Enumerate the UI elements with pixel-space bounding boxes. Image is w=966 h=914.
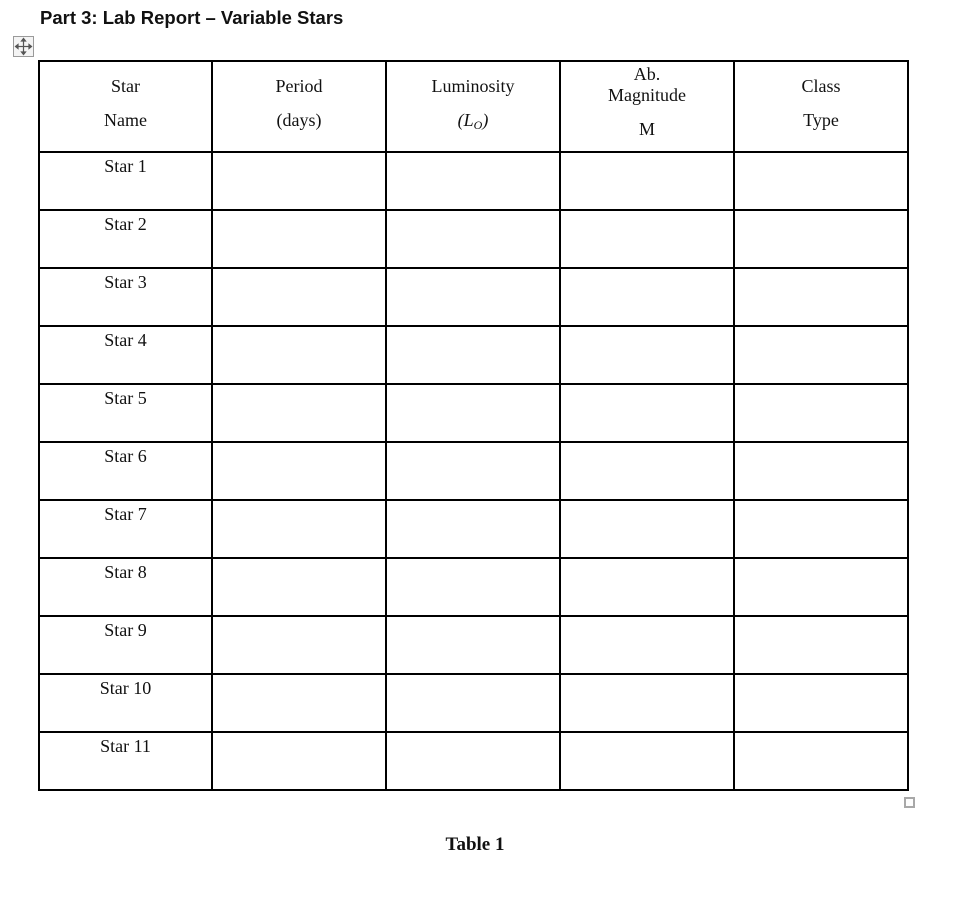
class-type-cell[interactable] [733,731,909,791]
magnitude-cell[interactable] [559,615,735,675]
table-row: Star 1 [38,151,909,211]
period-cell[interactable] [211,731,387,791]
magnitude-cell[interactable] [559,441,735,501]
header-period-line2: (days) [276,110,322,130]
star-name-cell: Star 4 [38,325,213,385]
header-star-name-line2: Name [104,110,147,130]
luminosity-cell[interactable] [385,557,561,617]
header-class-type: Class Type [733,60,909,153]
header-star-name-line1: Star [111,76,140,96]
class-type-cell[interactable] [733,499,909,559]
header-magnitude-line1: Ab. [633,64,661,84]
header-luminosity: Luminosity (LO) [385,60,561,153]
luminosity-cell[interactable] [385,325,561,385]
magnitude-cell[interactable] [559,557,735,617]
magnitude-cell[interactable] [559,325,735,385]
table-row: Star 6 [38,441,909,501]
table-caption: Table 1 [445,834,505,855]
table-row: Star 10 [38,673,909,733]
class-type-cell[interactable] [733,209,909,269]
star-name-cell: Star 1 [38,151,213,211]
class-type-cell[interactable] [733,267,909,327]
class-type-cell[interactable] [733,325,909,385]
table-row: Star 5 [38,383,909,443]
header-period-line1: Period [275,76,323,96]
header-class-type-line1: Class [801,76,841,96]
table-row: Star 9 [38,615,909,675]
period-cell[interactable] [211,673,387,733]
header-star-name: Star Name [38,60,213,153]
table-row: Star 4 [38,325,909,385]
magnitude-cell[interactable] [559,499,735,559]
table-move-handle[interactable] [13,36,34,57]
variable-stars-table: Star Name Period (days) Luminosity (LO) … [38,60,909,791]
magnitude-cell[interactable] [559,673,735,733]
star-name-cell: Star 11 [38,731,213,791]
class-type-cell[interactable] [733,151,909,211]
header-magnitude: Ab. Magnitude M [559,60,735,153]
magnitude-cell[interactable] [559,731,735,791]
class-type-cell[interactable] [733,383,909,443]
luminosity-unit-close: ) [482,110,489,130]
header-luminosity-unit: (LO) [387,110,559,133]
luminosity-cell[interactable] [385,673,561,733]
luminosity-unit-symbol: (L [457,110,474,130]
star-name-cell: Star 8 [38,557,213,617]
class-type-cell[interactable] [733,615,909,675]
table-row: Star 3 [38,267,909,327]
period-cell[interactable] [211,209,387,269]
header-luminosity-line1: Luminosity [431,76,515,96]
table-row: Star 2 [38,209,909,269]
class-type-cell[interactable] [733,557,909,617]
star-name-cell: Star 6 [38,441,213,501]
luminosity-cell[interactable] [385,267,561,327]
magnitude-cell[interactable] [559,383,735,443]
table-resize-handle[interactable] [904,797,915,808]
magnitude-cell[interactable] [559,151,735,211]
star-name-cell: Star 5 [38,383,213,443]
header-period: Period (days) [211,60,387,153]
luminosity-cell[interactable] [385,383,561,443]
period-cell[interactable] [211,267,387,327]
header-magnitude-line3: M [638,119,655,139]
period-cell[interactable] [211,557,387,617]
star-name-cell: Star 9 [38,615,213,675]
table-header-row: Star Name Period (days) Luminosity (LO) … [38,60,909,153]
period-cell[interactable] [211,325,387,385]
class-type-cell[interactable] [733,441,909,501]
period-cell[interactable] [211,441,387,501]
table-row: Star 11 [38,731,909,791]
star-name-cell: Star 7 [38,499,213,559]
luminosity-cell[interactable] [385,499,561,559]
class-type-cell[interactable] [733,673,909,733]
page-heading: Part 3: Lab Report – Variable Stars [40,7,344,28]
magnitude-cell[interactable] [559,209,735,269]
period-cell[interactable] [211,383,387,443]
star-name-cell: Star 3 [38,267,213,327]
luminosity-cell[interactable] [385,151,561,211]
star-name-cell: Star 10 [38,673,213,733]
luminosity-cell[interactable] [385,731,561,791]
luminosity-cell[interactable] [385,441,561,501]
header-class-type-line2: Type [803,110,839,130]
move-arrows-icon [14,37,33,56]
header-magnitude-line2: Magnitude [608,85,686,105]
period-cell[interactable] [211,151,387,211]
luminosity-cell[interactable] [385,209,561,269]
star-name-cell: Star 2 [38,209,213,269]
period-cell[interactable] [211,615,387,675]
magnitude-cell[interactable] [559,267,735,327]
table-row: Star 8 [38,557,909,617]
luminosity-cell[interactable] [385,615,561,675]
period-cell[interactable] [211,499,387,559]
table-row: Star 7 [38,499,909,559]
